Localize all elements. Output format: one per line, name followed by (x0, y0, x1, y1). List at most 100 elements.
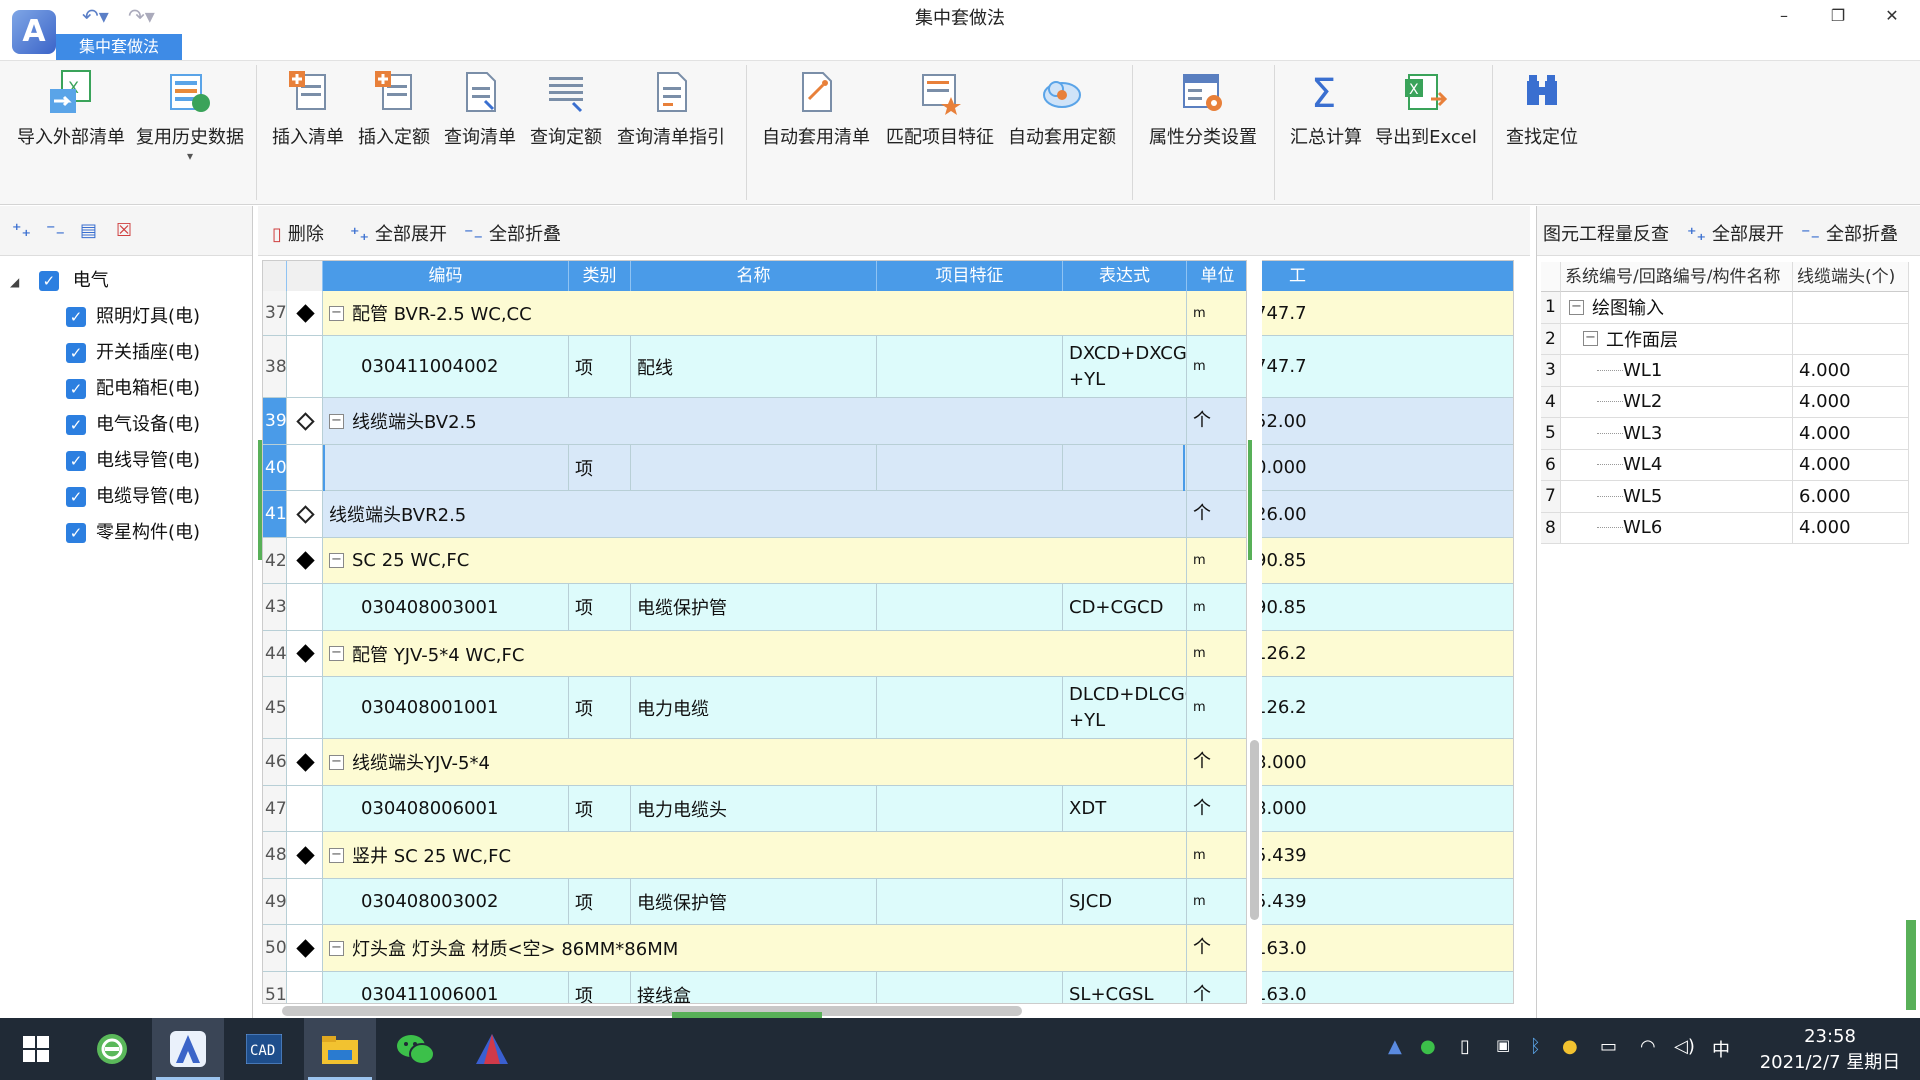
name-cell[interactable]: 电力电缆 (631, 677, 877, 739)
expr-cell[interactable]: XDT (1063, 786, 1187, 832)
qty-cell[interactable]: 90.85 (1249, 584, 1513, 631)
lookup-name-cell[interactable]: − 绘图输入 (1561, 292, 1793, 323)
row-marker[interactable] (287, 832, 323, 879)
lookup-name-cell[interactable]: WL5 (1561, 481, 1793, 512)
table-row[interactable]: 40 项 0.000 (263, 445, 1513, 491)
collapse-node-icon[interactable]: − (1583, 331, 1598, 347)
header-code[interactable]: 编码 (323, 261, 569, 291)
name-cell[interactable]: 电缆保护管 (631, 879, 877, 925)
delete-button[interactable]: ▯ 删除 (272, 220, 324, 246)
select-items-icon[interactable]: ▤ (80, 220, 97, 241)
collapse-node-icon[interactable]: − (1569, 299, 1584, 315)
code-cell[interactable]: − 线缆端头BV2.5 (323, 398, 1187, 445)
restore-button[interactable]: ❐ (1818, 2, 1858, 30)
lookup-value-cell[interactable] (1793, 292, 1909, 323)
export-excel-button[interactable]: X 导出到Excel (1374, 69, 1478, 169)
lookup-value-cell[interactable]: 4.000 (1793, 512, 1909, 543)
lookup-row[interactable]: 4 WL2 4.000 (1541, 386, 1909, 418)
row-number[interactable]: 37 (263, 291, 287, 336)
app-logo[interactable]: A (12, 10, 56, 54)
collapse-node-icon[interactable]: − (329, 754, 344, 770)
app-tab[interactable]: 集中套做法 (56, 34, 182, 60)
table-row[interactable]: 45 030408001001 项电力电缆 DLCD+DLCGCD +YLm126.2 (263, 677, 1513, 739)
table-row[interactable]: 48− 竖井 SC 25 WC,FC m 5.439 (263, 832, 1513, 879)
query-list-button[interactable]: 查询清单 (442, 69, 518, 169)
collapse-node-icon[interactable]: − (329, 305, 344, 321)
code-cell[interactable]: − 竖井 SC 25 WC,FC (323, 832, 1187, 879)
auto-apply-list-button[interactable]: 自动套用清单 (760, 69, 872, 169)
grid-horizontal-scrollbar[interactable] (282, 1006, 1022, 1016)
taskbar-glodon2[interactable] (456, 1018, 528, 1080)
table-row[interactable]: 44− 配管 YJV-5*4 WC,FC m 126.2 (263, 631, 1513, 677)
collapse-node-icon[interactable]: − (329, 646, 344, 661)
unit-cell[interactable]: m (1187, 336, 1249, 398)
table-row[interactable]: 47 030408006001 项电力电缆头 XDT 个 8.000 (263, 786, 1513, 832)
feature-cell[interactable] (877, 786, 1063, 832)
lookup-name-cell[interactable]: WL1 (1561, 355, 1793, 386)
row-number[interactable]: 46 (263, 739, 287, 786)
unit-cell[interactable]: m (1187, 631, 1249, 677)
header-quantity[interactable]: 工 (1249, 261, 1513, 291)
row-marker[interactable] (287, 631, 323, 677)
row-number[interactable]: 44 (263, 631, 287, 677)
tree-item[interactable]: ✓ 零星构件(电) (66, 518, 200, 554)
header-name[interactable]: 名称 (631, 261, 877, 291)
table-row[interactable]: 50− 灯头盒 灯头盒 材质<空> 86MM*86MM 个 163.0 (263, 925, 1513, 972)
qty-cell[interactable]: 52.00 (1249, 398, 1513, 445)
taskbar-clock[interactable]: 23:58 2021/2/7 星期日 (1750, 1024, 1910, 1076)
collapse-all-icon[interactable]: ⁻₋ (46, 220, 65, 241)
feature-cell[interactable] (877, 336, 1063, 398)
import-external-list-button[interactable]: X 导入外部清单 (16, 69, 126, 169)
row-marker[interactable] (287, 538, 323, 584)
lookup-name-cell[interactable]: WL3 (1561, 418, 1793, 449)
row-number[interactable]: 41 (263, 491, 287, 538)
row-number[interactable]: 47 (263, 786, 287, 832)
taskbar-browser[interactable] (76, 1018, 148, 1080)
lookup-row[interactable]: 7 WL5 6.000 (1541, 481, 1909, 513)
rp-expand-all-button[interactable]: ⁺₊ 全部展开 (1687, 220, 1784, 246)
tree-root[interactable]: ◢ ✓ 电气 (10, 266, 109, 302)
unit-cell[interactable] (1187, 445, 1249, 491)
query-quota-button[interactable]: 查询定额 (528, 69, 604, 169)
code-cell[interactable]: 030411006001 (323, 972, 569, 1003)
table-row[interactable]: 41 线缆端头BVR2.5 个 26.00 (263, 491, 1513, 538)
lookup-row[interactable]: 5 WL3 4.000 (1541, 418, 1909, 450)
row-marker[interactable] (287, 398, 323, 445)
table-row[interactable]: 43 030408003001 项电缆保护管 CD+CGCD m 90.85 (263, 584, 1513, 631)
windows-start-button[interactable] (0, 1018, 72, 1080)
table-row[interactable]: 37− 配管 BVR-2.5 WC,CC m 747.7 (263, 291, 1513, 336)
lookup-row[interactable]: 8 WL6 4.000 (1541, 512, 1909, 544)
dropdown-arrow-icon[interactable]: ▾ (134, 149, 246, 163)
collapse-node-icon[interactable]: − (329, 413, 344, 429)
row-number[interactable]: 45 (263, 677, 287, 739)
lookup-row[interactable]: 2− 工作面层 (1541, 323, 1909, 355)
unit-cell[interactable]: 个 (1187, 925, 1249, 972)
unit-cell[interactable]: 个 (1187, 972, 1249, 1003)
close-button[interactable]: ✕ (1872, 2, 1912, 30)
tree-item[interactable]: ✓ 电线导管(电) (66, 446, 200, 482)
code-cell[interactable]: − 配管 BVR-2.5 WC,CC (323, 291, 1187, 336)
type-cell[interactable]: 项 (569, 677, 631, 739)
row-marker[interactable] (287, 291, 323, 336)
code-cell[interactable]: 030408003002 (323, 879, 569, 925)
lookup-name-cell[interactable]: WL6 (1561, 512, 1793, 543)
lookup-value-cell[interactable] (1793, 323, 1909, 354)
wifi-icon[interactable]: ◠ (1640, 1036, 1656, 1057)
tray-wechat-icon[interactable]: ● (1420, 1036, 1436, 1057)
rp-header-value[interactable]: 线缆端头(个) (1793, 262, 1909, 292)
lookup-row[interactable]: 3 WL1 4.000 (1541, 355, 1909, 387)
header-type[interactable]: 类别 (569, 261, 631, 291)
row-number[interactable]: 38 (263, 336, 287, 398)
collapse-node-icon[interactable]: − (329, 847, 344, 863)
row-number[interactable]: 48 (263, 832, 287, 879)
grid-vertical-scrollbar[interactable] (1246, 260, 1262, 1004)
qty-cell[interactable]: 8.000 (1249, 786, 1513, 832)
checkbox-checked-icon[interactable]: ✓ (66, 307, 86, 327)
expand-all-icon[interactable]: ⁺₊ (12, 220, 31, 241)
tree-item[interactable]: ✓ 配电箱柜(电) (66, 374, 200, 410)
redo-icon[interactable]: ↷▾ (128, 4, 155, 28)
match-project-feature-button[interactable]: 匹配项目特征 (884, 69, 996, 169)
type-cell[interactable]: 项 (569, 584, 631, 631)
unit-cell[interactable]: m (1187, 584, 1249, 631)
bluetooth-icon[interactable]: ᛒ (1530, 1036, 1541, 1057)
